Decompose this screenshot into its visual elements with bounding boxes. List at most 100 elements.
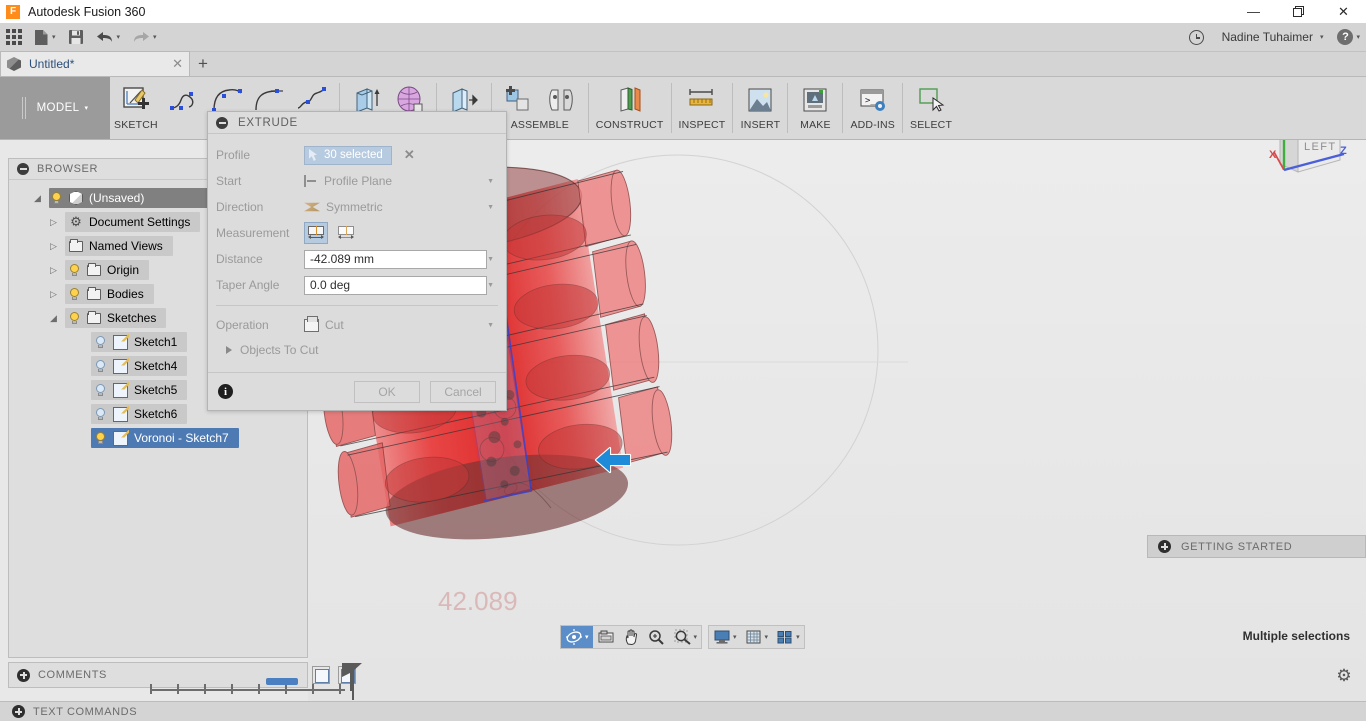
- getting-started-panel[interactable]: GETTING STARTED: [1147, 535, 1366, 558]
- visibility-bulb-icon[interactable]: [95, 407, 107, 421]
- clear-selection-button[interactable]: ✕: [404, 147, 415, 163]
- taper-angle-label: Taper Angle: [216, 278, 280, 292]
- new-document-tab-button[interactable]: +: [190, 51, 216, 76]
- visibility-bulb-icon[interactable]: [95, 359, 107, 373]
- insert-button[interactable]: [740, 80, 780, 120]
- chevron-down-icon[interactable]: ▼: [487, 322, 498, 329]
- expand-arrow-icon[interactable]: ◢: [31, 193, 44, 204]
- measure-button[interactable]: [682, 80, 722, 120]
- measurement-half-length-button[interactable]: [304, 222, 328, 244]
- extrude-dialog[interactable]: EXTRUDE Profile 30 selected ✕ Start Prof…: [207, 111, 507, 411]
- chevron-down-icon[interactable]: ▾: [733, 634, 737, 641]
- collapse-icon[interactable]: [216, 116, 228, 129]
- extrude-dialog-title: EXTRUDE: [238, 116, 298, 129]
- zoom-button[interactable]: [644, 626, 670, 648]
- select-button[interactable]: [911, 80, 951, 120]
- ribbon-toolbar: MODEL ▾ SKETCH ASSEMBLE CONSTRUCT INSPEC…: [0, 77, 1366, 140]
- orbit-button[interactable]: ▾: [561, 626, 593, 648]
- info-icon[interactable]: i: [218, 384, 233, 399]
- help-menu[interactable]: ? ▾: [1331, 23, 1366, 52]
- visibility-bulb-icon[interactable]: [51, 191, 63, 205]
- maximize-icon: [1293, 6, 1304, 17]
- expand-arrow-icon[interactable]: ▷: [47, 241, 60, 252]
- chevron-down-icon: ▾: [153, 33, 157, 41]
- joint-icon: [549, 89, 573, 111]
- chevron-down-icon[interactable]: ▼: [487, 282, 498, 289]
- redo-button[interactable]: ▾: [126, 23, 163, 52]
- display-settings-button[interactable]: ▾: [709, 626, 741, 648]
- workspace-selector[interactable]: MODEL ▾: [0, 77, 110, 139]
- timeline-marker-flag[interactable]: [342, 663, 362, 691]
- tree-item-voronoi-sketch7[interactable]: Voronoi - Sketch7: [13, 426, 303, 450]
- spline-tool-1-button[interactable]: [166, 80, 206, 120]
- objects-to-cut-section[interactable]: Objects To Cut: [216, 338, 498, 362]
- ribbon-divider: [732, 83, 734, 133]
- expand-arrow-icon[interactable]: ◢: [47, 313, 60, 324]
- cancel-button[interactable]: Cancel: [430, 380, 496, 403]
- create-sketch-button[interactable]: [116, 80, 156, 120]
- visibility-bulb-icon[interactable]: [95, 383, 107, 397]
- expand-arrow-icon[interactable]: ▷: [47, 289, 60, 300]
- look-at-button[interactable]: [593, 626, 619, 648]
- joint-button[interactable]: [541, 80, 581, 120]
- extrude-dialog-footer: i OK Cancel: [208, 372, 506, 410]
- chevron-down-icon[interactable]: ▼: [487, 256, 498, 263]
- collapse-icon[interactable]: [17, 163, 29, 175]
- visibility-bulb-icon[interactable]: [69, 311, 81, 325]
- expand-icon[interactable]: [17, 668, 30, 682]
- app-grid-icon: [6, 29, 22, 45]
- visibility-bulb-icon[interactable]: [69, 287, 81, 301]
- chevron-down-icon[interactable]: ▼: [487, 178, 498, 185]
- sketch-icon: [113, 406, 128, 422]
- chevron-down-icon: ▾: [1319, 33, 1324, 41]
- visibility-bulb-icon[interactable]: [69, 263, 81, 277]
- close-icon[interactable]: ✕: [172, 56, 183, 72]
- construct-plane-button[interactable]: [610, 80, 650, 120]
- timeline-sketch-node-1[interactable]: [312, 666, 330, 684]
- pan-button[interactable]: [619, 626, 644, 648]
- chevron-down-icon[interactable]: ▾: [796, 634, 800, 641]
- measurement-whole-length-button[interactable]: [334, 222, 358, 244]
- minimize-button[interactable]: —: [1231, 0, 1276, 23]
- viewports-button[interactable]: ▾: [772, 626, 804, 648]
- chevron-down-icon[interactable]: ▼: [487, 204, 498, 211]
- version-history-button[interactable]: [1183, 23, 1210, 52]
- user-account-menu[interactable]: Nadine Tuhaimer ▾: [1212, 23, 1330, 52]
- undo-button[interactable]: ▾: [90, 23, 127, 52]
- new-file-button[interactable]: ▾: [28, 23, 62, 52]
- fit-button[interactable]: ▾: [670, 626, 702, 648]
- field-start[interactable]: Start Profile Plane ▼: [216, 168, 498, 194]
- timeline-playhead[interactable]: [266, 678, 298, 685]
- expand-icon[interactable]: [12, 705, 25, 718]
- settings-gear-icon[interactable]: ⚙: [1334, 666, 1354, 686]
- expand-arrow-icon[interactable]: ▷: [47, 217, 60, 228]
- expand-icon[interactable]: [1158, 540, 1171, 553]
- timeline-track[interactable]: [150, 689, 345, 691]
- maximize-button[interactable]: [1276, 0, 1321, 23]
- addins-button[interactable]: >_: [853, 80, 893, 120]
- 3d-print-button[interactable]: [795, 80, 835, 120]
- field-direction[interactable]: Direction Symmetric ▼: [216, 194, 498, 220]
- text-commands-bar[interactable]: TEXT COMMANDS: [0, 701, 1366, 721]
- distance-input[interactable]: -42.089 mm: [304, 249, 488, 269]
- view-cube[interactable]: LEFT Y X Z: [1258, 140, 1354, 188]
- expand-arrow-icon[interactable]: ▷: [47, 265, 60, 276]
- text-commands-title: TEXT COMMANDS: [33, 705, 138, 718]
- chevron-down-icon[interactable]: ▾: [765, 634, 769, 641]
- profile-selection-field[interactable]: 30 selected: [304, 145, 392, 165]
- taper-angle-input[interactable]: 0.0 deg: [304, 275, 488, 295]
- ok-button[interactable]: OK: [354, 380, 420, 403]
- close-button[interactable]: ✕: [1321, 0, 1366, 23]
- chevron-down-icon[interactable]: ▾: [694, 634, 698, 641]
- chevron-down-icon[interactable]: ▾: [585, 634, 589, 641]
- visibility-bulb-icon[interactable]: [95, 431, 107, 445]
- extrude-dialog-header[interactable]: EXTRUDE: [208, 112, 506, 134]
- field-operation[interactable]: Operation Cut ▼: [216, 312, 498, 338]
- visibility-bulb-icon[interactable]: [95, 335, 107, 349]
- timeline-widget[interactable]: [150, 676, 360, 700]
- grid-snaps-button[interactable]: ▾: [741, 626, 773, 648]
- expand-triangle-icon[interactable]: [226, 346, 232, 354]
- save-button[interactable]: [62, 23, 90, 52]
- app-grid-button[interactable]: [0, 23, 28, 52]
- document-tab-untitled[interactable]: Untitled* ✕: [0, 51, 190, 76]
